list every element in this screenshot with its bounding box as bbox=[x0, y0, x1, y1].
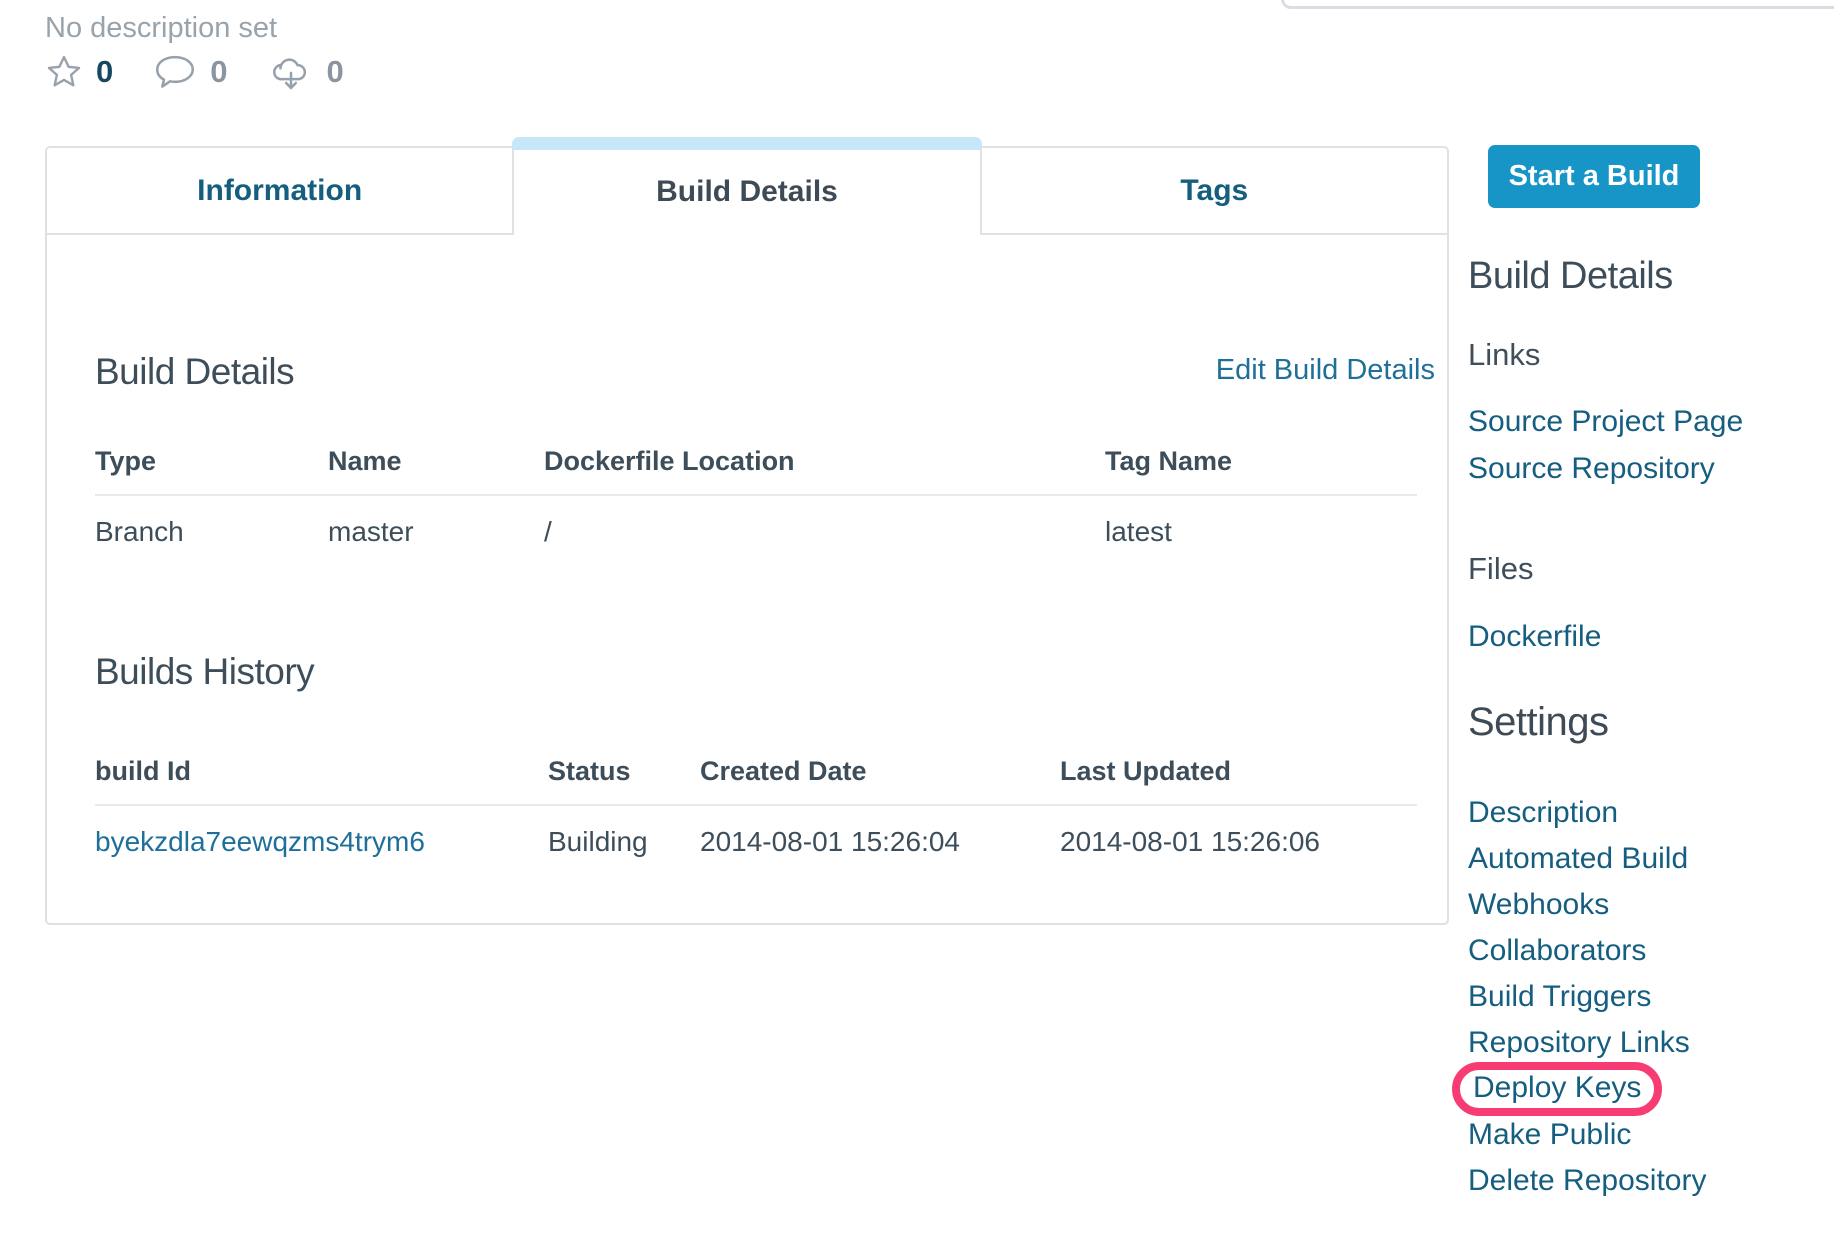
settings-link-repository-links[interactable]: Repository Links bbox=[1468, 1026, 1690, 1060]
build-details-section-title: Build Details bbox=[95, 351, 294, 393]
sidebar-settings-heading: Settings bbox=[1468, 700, 1609, 745]
sidebar-links-heading: Links bbox=[1468, 337, 1540, 373]
cell-last-updated: 2014-08-01 15:26:06 bbox=[1060, 826, 1417, 858]
settings-link-build-triggers[interactable]: Build Triggers bbox=[1468, 980, 1651, 1014]
col-header-created-date: Created Date bbox=[700, 756, 1060, 787]
col-header-status: Status bbox=[548, 756, 700, 787]
table-row: Branch master / latest bbox=[95, 496, 1417, 548]
main-panel: Information Build Details Tags Build Det… bbox=[45, 146, 1449, 925]
settings-link-deploy-keys[interactable]: Deploy Keys bbox=[1473, 1071, 1641, 1105]
cell-tag-name: latest bbox=[1105, 516, 1417, 548]
comment-count: 0 bbox=[210, 54, 227, 90]
deploy-keys-highlight-ring: Deploy Keys bbox=[1452, 1062, 1662, 1116]
cell-dockerfile-location: / bbox=[544, 516, 1105, 548]
start-a-build-button[interactable]: Start a Build bbox=[1488, 145, 1700, 208]
settings-links-list: Description Automated Build Webhooks Col… bbox=[1468, 790, 1706, 1204]
cell-type: Branch bbox=[95, 516, 328, 548]
build-id-link[interactable]: byekzdla7eewqzms4trym6 bbox=[95, 826, 425, 857]
settings-link-webhooks[interactable]: Webhooks bbox=[1468, 888, 1609, 922]
table-row: byekzdla7eewqzms4trym6 Building 2014-08-… bbox=[95, 806, 1417, 858]
sidebar-link-dockerfile[interactable]: Dockerfile bbox=[1468, 620, 1601, 654]
star-icon bbox=[45, 53, 83, 91]
star-count: 0 bbox=[96, 54, 113, 90]
page: No description set 0 0 0 Information Bui… bbox=[0, 0, 1834, 1240]
cell-created-date: 2014-08-01 15:26:04 bbox=[700, 826, 1060, 858]
tab-build-details[interactable]: Build Details bbox=[512, 148, 979, 235]
col-header-dockerfile-location: Dockerfile Location bbox=[544, 446, 1105, 477]
cell-status: Building bbox=[548, 826, 700, 858]
builds-history-table: build Id Status Created Date Last Update… bbox=[95, 756, 1417, 858]
tab-information[interactable]: Information bbox=[47, 148, 512, 235]
repo-description: No description set bbox=[45, 12, 277, 45]
tab-tags[interactable]: Tags bbox=[980, 148, 1447, 235]
sidebar-title: Build Details bbox=[1468, 255, 1673, 298]
settings-link-delete-repository[interactable]: Delete Repository bbox=[1468, 1164, 1706, 1198]
tab-bar: Information Build Details Tags bbox=[47, 148, 1447, 235]
sidebar-files-heading: Files bbox=[1468, 551, 1533, 587]
download-icon bbox=[268, 52, 314, 92]
col-header-type: Type bbox=[95, 446, 328, 477]
settings-link-collaborators[interactable]: Collaborators bbox=[1468, 934, 1646, 968]
sidebar-link-source-repository[interactable]: Source Repository bbox=[1468, 452, 1715, 486]
table-header-row: Type Name Dockerfile Location Tag Name bbox=[95, 446, 1417, 496]
sidebar-link-source-project-page[interactable]: Source Project Page bbox=[1468, 405, 1743, 439]
builds-history-section-title: Builds History bbox=[95, 651, 314, 693]
download-count: 0 bbox=[327, 54, 344, 90]
col-header-build-id: build Id bbox=[95, 756, 548, 787]
comment-icon bbox=[153, 53, 197, 91]
edit-build-details-link[interactable]: Edit Build Details bbox=[1216, 354, 1435, 387]
col-header-tag-name: Tag Name bbox=[1105, 446, 1417, 477]
settings-link-make-public[interactable]: Make Public bbox=[1468, 1118, 1631, 1152]
repo-stats: 0 0 0 bbox=[45, 50, 344, 94]
settings-link-automated-build[interactable]: Automated Build bbox=[1468, 842, 1688, 876]
table-header-row: build Id Status Created Date Last Update… bbox=[95, 756, 1417, 806]
col-header-name: Name bbox=[328, 446, 544, 477]
col-header-last-updated: Last Updated bbox=[1060, 756, 1417, 787]
cutoff-searchbox-edge bbox=[1281, 0, 1834, 9]
build-details-table: Type Name Dockerfile Location Tag Name B… bbox=[95, 446, 1417, 548]
cell-name: master bbox=[328, 516, 544, 548]
settings-link-description[interactable]: Description bbox=[1468, 796, 1618, 830]
